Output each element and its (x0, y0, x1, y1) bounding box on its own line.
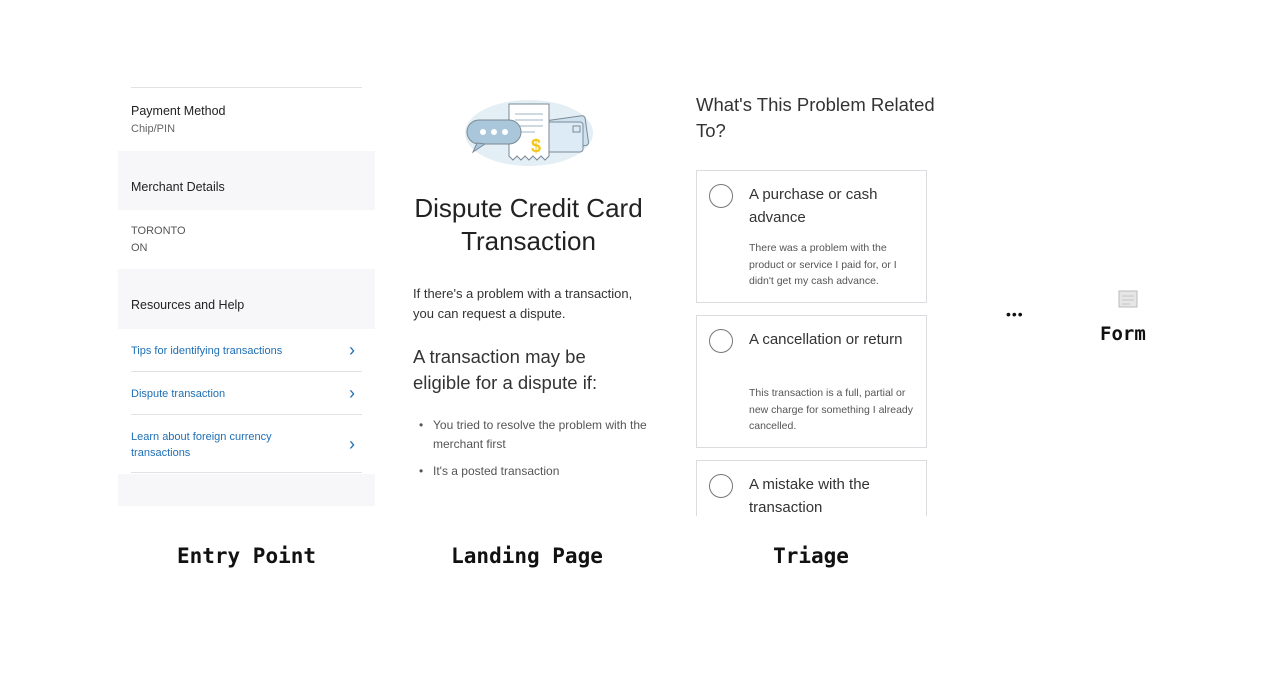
resources-title: Resources and Help (131, 298, 245, 312)
bullet-icon: • (419, 464, 424, 478)
link-foreign-currency-transactions[interactable]: Learn about foreign currency transaction… (131, 429, 301, 461)
payment-method-title: Payment Method (131, 104, 226, 118)
option-card-purchase[interactable]: A purchase or cash advance There was a p… (696, 170, 927, 303)
ellipsis-icon: ••• (1006, 306, 1024, 322)
divider (131, 414, 362, 415)
caption-landing-page: Landing Page (451, 544, 603, 568)
option-description: This transaction is a full, partial or n… (749, 387, 914, 432)
chevron-right-icon[interactable]: › (349, 341, 355, 359)
entry-point-screen: Payment Method Chip/PIN Merchant Details… (118, 86, 375, 506)
radio-button[interactable] (709, 329, 733, 353)
landing-title: Dispute Credit Card Transaction (414, 193, 643, 256)
bullet-text: It's a posted transaction (433, 464, 560, 478)
dollar-symbol: $ (531, 136, 541, 156)
caption-triage: Triage (773, 544, 849, 568)
caption-form: Form (1100, 323, 1146, 345)
divider (131, 371, 362, 372)
payment-method-value: Chip/PIN (131, 123, 176, 135)
triage-screen: What's This Problem Related To? A purcha… (680, 86, 942, 516)
option-card-mistake[interactable]: A mistake with the transaction (696, 460, 927, 516)
form-icon (1118, 290, 1138, 308)
merchant-details-section: TORONTO ON (118, 210, 375, 269)
bullet-icon: • (419, 418, 424, 432)
divider (131, 87, 362, 88)
landing-intro: If there's a problem with a transaction,… (413, 286, 633, 321)
option-description: There was a problem with the product or … (749, 242, 897, 287)
option-label: A cancellation or return (749, 331, 903, 348)
divider (131, 472, 362, 473)
chevron-right-icon[interactable]: › (349, 384, 355, 402)
radio-button[interactable] (709, 474, 733, 498)
dispute-illustration-icon: $ (465, 100, 593, 166)
merchant-details-title: Merchant Details (131, 180, 225, 194)
merchant-province: ON (131, 242, 148, 254)
eligibility-heading: A transaction may be eligible for a disp… (413, 346, 598, 393)
chevron-right-icon[interactable]: › (349, 435, 355, 453)
resources-links: Tips for identifying transactions › Disp… (118, 329, 375, 474)
link-dispute-transaction[interactable]: Dispute transaction (131, 386, 225, 402)
payment-method-section: Payment Method Chip/PIN (118, 86, 375, 151)
triage-title: What's This Problem Related To? (696, 94, 935, 141)
option-label: A mistake with the transaction (749, 476, 870, 516)
merchant-city: TORONTO (131, 225, 186, 237)
caption-entry-point: Entry Point (176, 544, 317, 568)
option-card-cancellation[interactable]: A cancellation or return This transactio… (696, 315, 927, 448)
landing-page-screen: $ Dispute Credit Card Transaction If the… (397, 86, 660, 516)
option-label: A purchase or cash advance (749, 186, 878, 226)
bullet-text: You tried to resolve the problem with th… (433, 418, 647, 451)
link-tips-identifying-transactions[interactable]: Tips for identifying transactions (131, 343, 282, 359)
radio-button[interactable] (709, 184, 733, 208)
